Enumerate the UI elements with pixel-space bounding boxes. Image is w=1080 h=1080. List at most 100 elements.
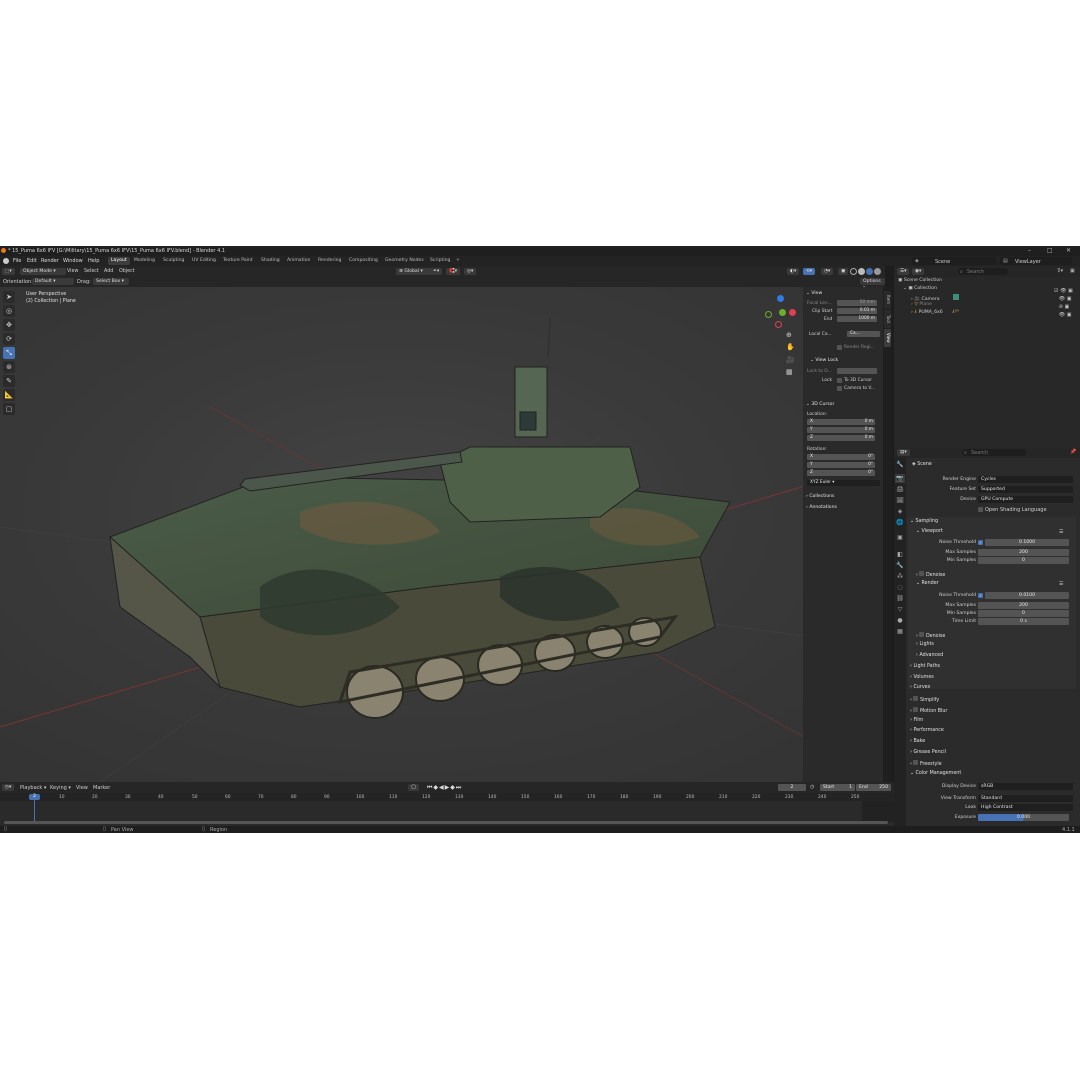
shading-wireframe-icon[interactable] <box>850 268 857 275</box>
tab-animation[interactable]: Animation <box>284 257 313 265</box>
tab-rendering[interactable]: Rendering <box>315 257 344 265</box>
outliner-item-camera[interactable]: › 🎥 Camera <box>911 294 960 302</box>
close-icon[interactable]: ✕ <box>1066 247 1071 254</box>
shading-solid-icon[interactable] <box>858 268 865 275</box>
menu-add[interactable]: Add <box>104 269 113 274</box>
viewport-subheader[interactable]: ⌄ Viewport <box>916 529 943 534</box>
menu-view[interactable]: View <box>67 269 78 274</box>
cursor-loc-x[interactable]: X0 m <box>807 419 875 425</box>
puma-visibility-icons[interactable]: 👁 ▣ <box>1054 311 1073 319</box>
tab-geometry-nodes[interactable]: Geometry Nodes <box>382 257 427 265</box>
plane-visibility-icons[interactable]: ⊘ ▣ <box>1054 303 1073 311</box>
display-device-dropdown[interactable]: sRGB <box>978 783 1073 790</box>
add-cube-tool-icon[interactable]: ▢ <box>3 403 15 415</box>
section-curves[interactable]: › Curves <box>910 685 930 690</box>
zoom-icon[interactable]: ⊕ <box>786 331 792 339</box>
xray-button[interactable]: ▣ <box>838 268 849 275</box>
menu-file[interactable]: File <box>13 258 21 264</box>
clock-icon[interactable]: ◷ <box>810 784 814 790</box>
view-panel-header[interactable]: ⌄ View <box>806 291 822 296</box>
to-3d-cursor-checkbox[interactable] <box>837 378 842 383</box>
rotation-mode-dropdown[interactable]: XYZ Euler ▾ <box>807 480 880 486</box>
tool-tab-icon[interactable]: 🔧 <box>895 460 905 469</box>
shading-material-icon[interactable] <box>866 268 873 275</box>
object-mode-dropdown[interactable]: Object Mode ▾ <box>20 268 66 275</box>
look-dropdown[interactable]: High Contrast <box>978 804 1073 811</box>
advanced-subheader[interactable]: › Advanced <box>916 653 943 658</box>
menu-select[interactable]: Select <box>84 269 99 274</box>
scene-selector[interactable]: ◈ Scene <box>912 257 996 265</box>
pan-hand-icon[interactable]: ✋ <box>786 343 795 351</box>
vp-max-field[interactable]: 200 <box>978 549 1069 556</box>
proportional-edit-button[interactable]: ◎▾ <box>464 268 477 275</box>
section-grease-pencil[interactable]: › Grease Pencil <box>910 750 946 755</box>
menu-timeline-view[interactable]: View <box>76 785 88 791</box>
overlay-button[interactable]: ◔▾ <box>821 268 834 275</box>
timeline[interactable]: 2 10 20 30 40 50 60 70 80 90 100 110 120… <box>0 793 894 826</box>
new-collection-icon[interactable]: ▣ <box>1070 268 1075 274</box>
lights-subheader[interactable]: › Lights <box>916 642 934 647</box>
add-workspace-button[interactable]: + <box>453 257 463 265</box>
camera-visibility-icons[interactable]: 👁 ▣ <box>1054 295 1073 303</box>
record-button[interactable]: ◯ <box>408 784 420 791</box>
drag-dropdown[interactable]: Select Box ▾ <box>93 278 129 285</box>
menu-keying[interactable]: Keying ▾ <box>50 785 71 791</box>
scale-tool-icon[interactable]: ⤡ <box>3 347 15 359</box>
minimize-icon[interactable]: – <box>1028 247 1031 254</box>
feature-set-dropdown[interactable]: Supported <box>978 486 1073 493</box>
r-noise-checkbox[interactable]: ✓ <box>978 593 983 598</box>
section-color-management[interactable]: ⌄ Color Management <box>910 771 961 776</box>
section-light-paths[interactable]: › Light Paths <box>910 664 940 669</box>
properties-editor-type-button[interactable]: ▤▾ <box>897 449 910 456</box>
scene-tab-icon[interactable]: ◈ <box>895 507 905 516</box>
cursor-rot-x[interactable]: X 0° <box>807 454 875 460</box>
device-dropdown[interactable]: GPU Compute <box>978 496 1073 503</box>
vp-min-field[interactable]: 0 <box>978 557 1069 564</box>
move-tool-icon[interactable]: ✥ <box>3 319 15 331</box>
menu-marker[interactable]: Marker <box>93 785 110 791</box>
tab-shading[interactable]: Shading <box>258 257 283 265</box>
vp-noise-checkbox[interactable]: ✓ <box>978 540 983 545</box>
viewlayer-selector[interactable]: ▤ ViewLayer <box>1000 257 1072 265</box>
collection-visibility-icons[interactable]: ☑ 👁 ▣ <box>1054 287 1073 295</box>
texture-tab-icon[interactable]: ▦ <box>895 627 905 636</box>
section-volumes[interactable]: › Volumes <box>910 675 934 680</box>
menu-render[interactable]: Render <box>41 258 59 264</box>
tab-modeling[interactable]: Modeling <box>131 257 158 265</box>
time-limit-field[interactable]: 0 s <box>978 618 1069 625</box>
tab-tool[interactable]: Tool <box>884 310 891 328</box>
annotations-header[interactable]: › Annotations <box>806 505 837 510</box>
ortho-grid-icon[interactable]: ▦ <box>786 368 793 376</box>
start-frame-field[interactable]: Start 1 <box>820 784 855 791</box>
cursor-loc-y[interactable]: Y0 m <box>807 427 875 433</box>
tab-view[interactable]: View <box>884 329 891 347</box>
section-motion-blur[interactable]: › Motion Blur <box>910 707 947 714</box>
menu-window[interactable]: Window <box>63 258 83 264</box>
list-icon[interactable]: ☰ <box>1059 581 1063 587</box>
outliner-editor-type-button[interactable]: ☰▾ <box>897 268 910 275</box>
exposure-field[interactable]: 0.000 <box>978 814 1069 821</box>
render-region-checkbox[interactable] <box>837 345 842 350</box>
list-icon[interactable]: ☰ <box>1059 529 1063 535</box>
editor-type-button[interactable]: ⬚▾ <box>2 268 15 275</box>
3d-cursor-header[interactable]: ⌄ 3D Cursor <box>806 402 834 407</box>
select-tool-icon[interactable]: ➤ <box>3 291 15 303</box>
outliner-item-puma[interactable]: › ⅄ PUMA_6x6 ⅄⁶⁴ <box>911 310 959 318</box>
transform-tool-icon[interactable]: ⊛ <box>3 361 15 373</box>
tab-texture-paint[interactable]: Texture Paint <box>220 257 256 265</box>
vehicle-model[interactable] <box>0 287 885 782</box>
timeline-scrollbar[interactable] <box>4 821 888 824</box>
pivot-button[interactable]: ⚭▾ <box>430 268 443 275</box>
tab-layout[interactable]: Layout <box>108 257 130 265</box>
options-dropdown[interactable]: Options ▾ <box>860 278 885 291</box>
cursor-loc-z[interactable]: Z0 m <box>807 435 875 441</box>
rotate-tool-icon[interactable]: ⟳ <box>3 333 15 345</box>
jump-end-icon[interactable]: ⏭ <box>456 784 462 791</box>
end-frame-field[interactable]: End 250 <box>856 784 891 791</box>
tab-sculpting[interactable]: Sculpting <box>160 257 187 265</box>
z-axis-icon[interactable] <box>777 295 784 302</box>
menu-edit[interactable]: Edit <box>27 258 37 264</box>
clip-start-field[interactable]: 0.01 m <box>837 308 877 314</box>
maximize-icon[interactable]: □ <box>1047 247 1053 254</box>
world-tab-icon[interactable]: 🌐 <box>895 518 905 527</box>
